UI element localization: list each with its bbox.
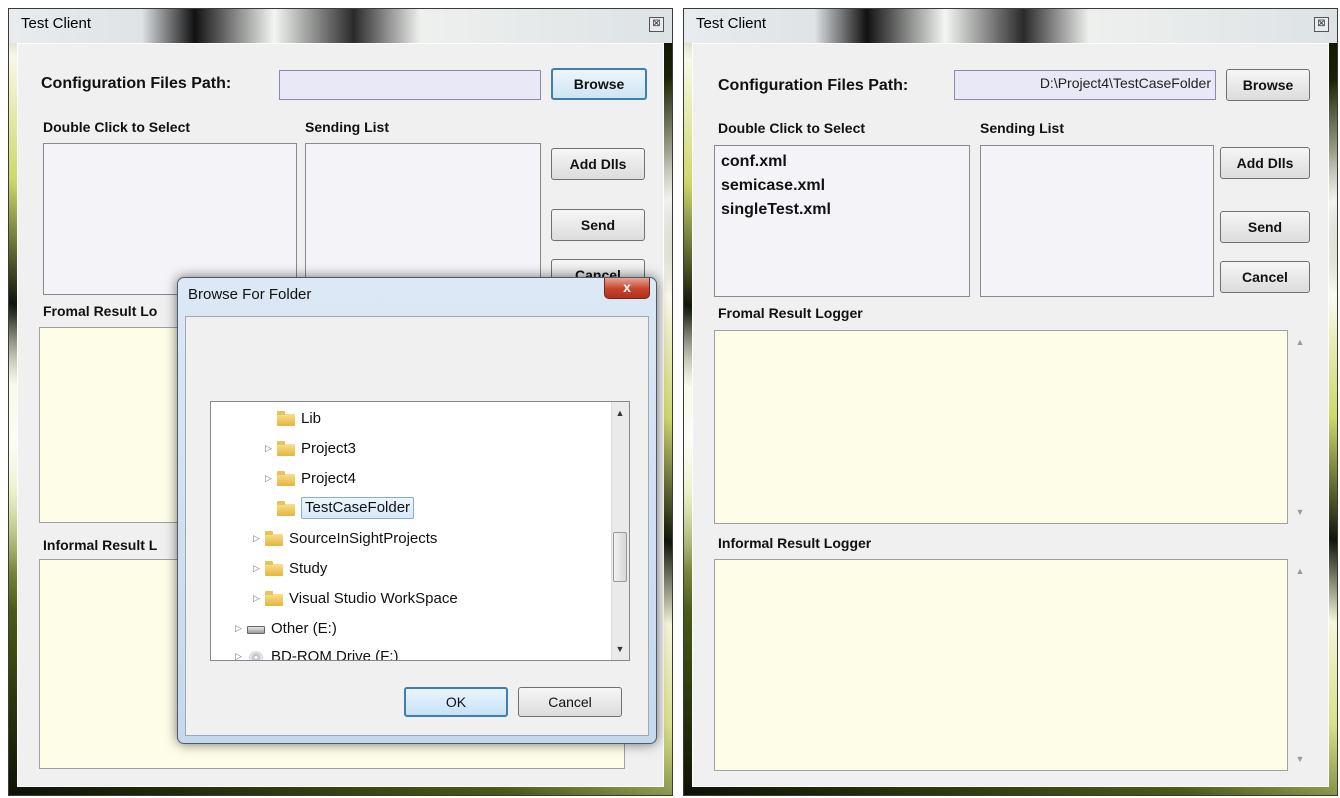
expander-icon[interactable]: ▷ bbox=[265, 473, 277, 484]
dialog-title: Browse For Folder bbox=[188, 286, 312, 303]
expander-icon[interactable]: ▷ bbox=[235, 623, 247, 634]
folder-icon bbox=[265, 560, 283, 576]
config-path-label: Configuration Files Path: bbox=[41, 75, 232, 92]
tree-node-label: TestCaseFolder bbox=[301, 497, 415, 519]
drive-icon bbox=[247, 621, 265, 636]
folder-tree[interactable]: Lib ▷ Project3 ▷ Project4 TestCaseFolder ▷… bbox=[210, 401, 630, 661]
folder-icon bbox=[265, 590, 283, 606]
tree-node-label: Study bbox=[289, 559, 328, 577]
tree-node-label: Visual Studio WorkSpace bbox=[289, 589, 458, 607]
tree-node-label: Project4 bbox=[301, 469, 357, 487]
sending-list[interactable] bbox=[980, 145, 1214, 297]
sending-list[interactable] bbox=[305, 143, 541, 295]
disc-drive-icon bbox=[247, 649, 265, 660]
scroll-down-icon[interactable]: ▼ bbox=[1291, 754, 1309, 764]
dialog-close-button[interactable]: x bbox=[604, 278, 650, 299]
ok-button[interactable]: OK bbox=[404, 687, 508, 717]
close-icon[interactable]: ⊠ bbox=[649, 17, 664, 32]
folder-icon bbox=[277, 440, 295, 456]
tree-node-project3[interactable]: ▷ Project3 bbox=[265, 436, 356, 460]
add-dlls-button[interactable]: Add Dlls bbox=[551, 148, 645, 180]
config-path-label: Configuration Files Path: bbox=[718, 77, 909, 94]
scroll-thumb[interactable] bbox=[613, 532, 627, 582]
sending-list-label: Sending List bbox=[305, 119, 389, 135]
tree-node-label: SourceInSightProjects bbox=[289, 529, 438, 547]
add-dlls-button[interactable]: Add Dlls bbox=[1220, 147, 1310, 179]
folder-icon bbox=[277, 500, 295, 516]
double-click-label: Double Click to Select bbox=[43, 119, 191, 135]
folder-icon bbox=[265, 530, 283, 546]
cancel-button[interactable]: Cancel bbox=[1220, 261, 1310, 293]
tree-node-testcasefolder[interactable]: TestCaseFolder bbox=[265, 496, 415, 520]
cancel-button[interactable]: Cancel bbox=[518, 687, 622, 717]
expander-icon[interactable]: ▷ bbox=[235, 651, 247, 661]
tree-node-visual-studio-workspace[interactable]: ▷ Visual Studio WorkSpace bbox=[253, 586, 458, 610]
scroll-up-icon[interactable]: ▲ bbox=[1291, 337, 1309, 347]
tree-node-lib[interactable]: Lib bbox=[265, 406, 321, 430]
expander-icon[interactable]: ▷ bbox=[265, 443, 277, 454]
list-item[interactable]: conf.xml bbox=[715, 150, 969, 174]
informal-logger-label: Informal Result Logger bbox=[718, 535, 872, 551]
close-icon[interactable]: ⊠ bbox=[1314, 17, 1329, 32]
expander-icon[interactable]: ▷ bbox=[253, 593, 265, 604]
tree-node-project4[interactable]: ▷ Project4 bbox=[265, 466, 356, 490]
window-title: Test Client bbox=[696, 15, 767, 32]
browse-button[interactable]: Browse bbox=[551, 68, 647, 100]
list-item[interactable]: semicase.xml bbox=[715, 174, 969, 198]
title-bar: Test Client ⊠ bbox=[684, 9, 1337, 43]
select-list[interactable]: conf.xml semicase.xml singleTest.xml bbox=[714, 145, 970, 297]
tree-node-sourceinsightprojects[interactable]: ▷ SourceInSightProjects bbox=[253, 526, 437, 550]
send-button[interactable]: Send bbox=[1220, 211, 1310, 243]
window-title: Test Client bbox=[21, 15, 92, 32]
tree-node-other-drive[interactable]: ▷ Other (E:) bbox=[235, 616, 337, 640]
config-path-input[interactable]: D:\Project4\TestCaseFolder bbox=[954, 70, 1216, 100]
select-list[interactable] bbox=[43, 143, 297, 295]
scrollbar[interactable]: ▲ ▼ bbox=[1291, 560, 1309, 770]
scroll-down-icon[interactable]: ▼ bbox=[1291, 507, 1309, 517]
tree-node-label: BD-ROM Drive (F:) bbox=[271, 647, 399, 661]
scrollbar[interactable]: ▲ ▼ bbox=[1291, 331, 1309, 523]
tree-scrollbar[interactable]: ▲ ▼ bbox=[611, 402, 629, 660]
close-icon: x bbox=[623, 279, 631, 295]
tree-node-study[interactable]: ▷ Study bbox=[253, 556, 327, 580]
folder-icon bbox=[277, 410, 295, 426]
browse-folder-dialog: Browse For Folder x Lib ▷ Project3 ▷ Proje… bbox=[177, 277, 657, 744]
send-button[interactable]: Send bbox=[551, 209, 645, 241]
informal-result-logger[interactable]: ▲ ▼ bbox=[714, 559, 1304, 771]
folder-icon bbox=[277, 470, 295, 486]
formal-logger-label: Fromal Result Logger bbox=[718, 305, 863, 321]
browse-button[interactable]: Browse bbox=[1226, 69, 1310, 101]
scroll-down-icon[interactable]: ▼ bbox=[612, 644, 628, 654]
double-click-label: Double Click to Select bbox=[718, 120, 866, 136]
title-bar: Test Client ⊠ bbox=[9, 9, 672, 43]
right-test-client-window: Test Client ⊠ Configuration Files Path: … bbox=[683, 8, 1338, 796]
expander-icon[interactable]: ▷ bbox=[253, 533, 265, 544]
scroll-up-icon[interactable]: ▲ bbox=[612, 408, 628, 418]
tree-node-bd-rom-drive[interactable]: ▷ BD-ROM Drive (F:) bbox=[235, 644, 399, 661]
tree-node-label: Other (E:) bbox=[271, 619, 337, 637]
tree-node-label: Project3 bbox=[301, 439, 357, 457]
list-item[interactable]: singleTest.xml bbox=[715, 198, 969, 222]
client-panel: Configuration Files Path: D:\Project4\Te… bbox=[692, 43, 1329, 787]
config-path-input[interactable] bbox=[279, 70, 541, 100]
scroll-up-icon[interactable]: ▲ bbox=[1291, 566, 1309, 576]
informal-logger-label: Informal Result L bbox=[43, 537, 158, 553]
formal-logger-label: Fromal Result Lo bbox=[43, 303, 158, 319]
sending-list-label: Sending List bbox=[980, 120, 1064, 136]
tree-node-label: Lib bbox=[301, 409, 322, 427]
expander-icon[interactable]: ▷ bbox=[253, 563, 265, 574]
formal-result-logger[interactable]: ▲ ▼ bbox=[714, 330, 1304, 524]
dialog-body: Lib ▷ Project3 ▷ Project4 TestCaseFolder ▷… bbox=[185, 316, 649, 736]
